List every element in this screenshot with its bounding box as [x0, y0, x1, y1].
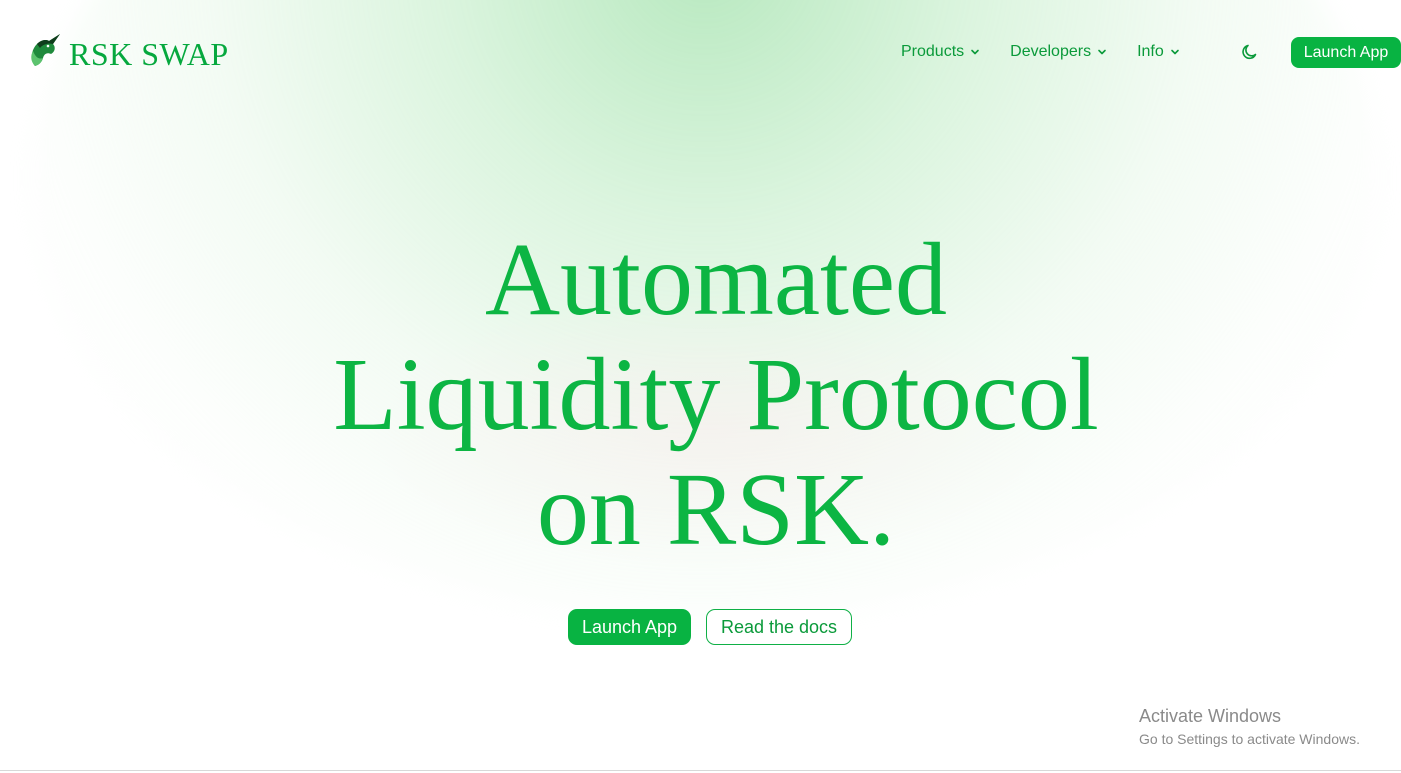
unicorn-head-icon — [31, 33, 60, 66]
header-launch-app-button[interactable]: Launch App — [1291, 37, 1401, 68]
brand-logo[interactable]: RSK SWAP — [27, 30, 229, 73]
hero-title-line-2: Liquidity Protocol — [333, 337, 1099, 452]
nav-developers[interactable]: Developers — [1010, 43, 1107, 61]
nav-info[interactable]: Info — [1137, 43, 1180, 61]
nav-products-label: Products — [901, 43, 965, 60]
landing-page: RSK SWAP Products Developers Info Launch… — [0, 0, 1401, 773]
launch-app-button[interactable]: Launch App — [568, 609, 691, 645]
watermark-subtitle: Go to Settings to activate Windows. — [1139, 731, 1360, 747]
watermark-title: Activate Windows — [1139, 706, 1282, 726]
main-nav: Products Developers Info — [901, 37, 1210, 67]
chevron-down-icon — [971, 49, 979, 55]
brand-name: RSK SWAP — [69, 36, 229, 72]
chevron-down-icon — [1098, 49, 1106, 55]
nav-products[interactable]: Products — [901, 43, 980, 61]
moon-icon[interactable] — [1240, 42, 1260, 62]
hero-cta-group: Launch App Read the docs — [568, 609, 852, 645]
site-header: RSK SWAP Products Developers Info Launch… — [0, 0, 1401, 105]
hero-title-line-1: Automated — [484, 222, 948, 337]
hero-title-line-3: on RSK. — [536, 452, 896, 567]
chevron-down-icon — [1170, 49, 1179, 55]
read-docs-button[interactable]: Read the docs — [706, 609, 852, 645]
hero-title: Automated Liquidity Protocol on RSK. — [200, 222, 1232, 567]
nav-developers-label: Developers — [1010, 43, 1092, 60]
windows-activation-watermark: Activate Windows Go to Settings to activ… — [1139, 705, 1360, 749]
page-bottom-divider — [0, 770, 1401, 771]
nav-info-label: Info — [1137, 43, 1164, 60]
